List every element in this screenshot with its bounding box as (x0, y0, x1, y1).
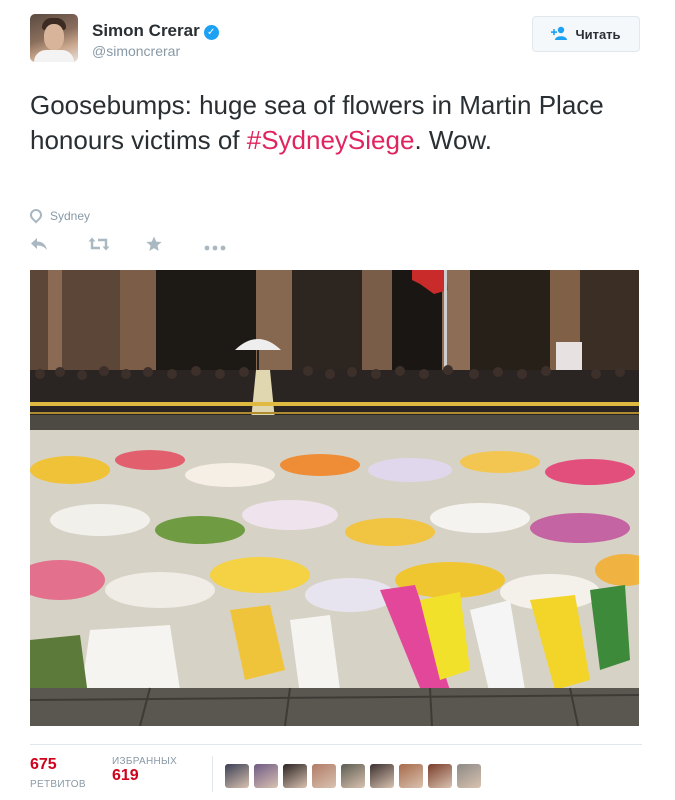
favorited-user-avatar[interactable] (341, 764, 365, 788)
favorited-by-avatars (225, 764, 481, 788)
favorited-user-avatar[interactable] (283, 764, 307, 788)
user-handle[interactable]: @simoncrerar (92, 43, 219, 59)
location-pin-icon (27, 206, 45, 224)
tweet-text: Goosebumps: huge sea of flowers in Marti… (30, 88, 642, 158)
reply-button[interactable] (30, 236, 88, 258)
display-name[interactable]: Simon Crerar (92, 21, 200, 40)
verified-badge-icon: ✓ (203, 25, 219, 40)
favorited-user-avatar[interactable] (225, 764, 249, 788)
more-dots-icon (204, 245, 226, 251)
follow-plus-icon (551, 26, 568, 43)
favorited-user-avatar[interactable] (370, 764, 394, 788)
tweet-header: Simon Crerar ✓ @simoncrerar Читать (30, 14, 642, 70)
tweet-actions (30, 236, 262, 258)
retweet-icon (88, 237, 110, 251)
more-button[interactable] (204, 236, 262, 258)
retweets-count: 675 (30, 756, 57, 773)
favorited-user-avatar[interactable] (312, 764, 336, 788)
user-avatar[interactable] (30, 14, 78, 62)
tweet-text-after: . Wow. (414, 125, 492, 155)
user-name-block[interactable]: Simon Crerar ✓ @simoncrerar (92, 21, 219, 59)
hashtag-link[interactable]: #SydneySiege (247, 125, 415, 155)
favorite-button[interactable] (146, 236, 204, 258)
retweets-label: РЕТВИТОВ (30, 779, 86, 790)
stats-separator (212, 756, 213, 792)
location-label: Sydney (50, 209, 91, 223)
retweets-stat[interactable]: 675 РЕТВИТОВ (30, 756, 86, 792)
follow-button-label: Читать (575, 26, 621, 42)
favorite-star-icon (146, 236, 162, 251)
tweet-photo[interactable] (30, 270, 639, 726)
reply-icon (31, 238, 47, 250)
tweet-location[interactable]: Sydney (27, 206, 91, 224)
footer-divider (30, 744, 642, 745)
favorited-user-avatar[interactable] (399, 764, 423, 788)
favorites-stat[interactable]: ИЗБРАННЫХ 619 (112, 756, 177, 785)
follow-button[interactable]: Читать (532, 16, 640, 52)
favorited-user-avatar[interactable] (428, 764, 452, 788)
favorited-user-avatar[interactable] (254, 764, 278, 788)
favorites-count: 619 (112, 767, 139, 784)
favorited-user-avatar[interactable] (457, 764, 481, 788)
favorites-label: ИЗБРАННЫХ (112, 756, 178, 767)
retweet-button[interactable] (88, 236, 146, 258)
